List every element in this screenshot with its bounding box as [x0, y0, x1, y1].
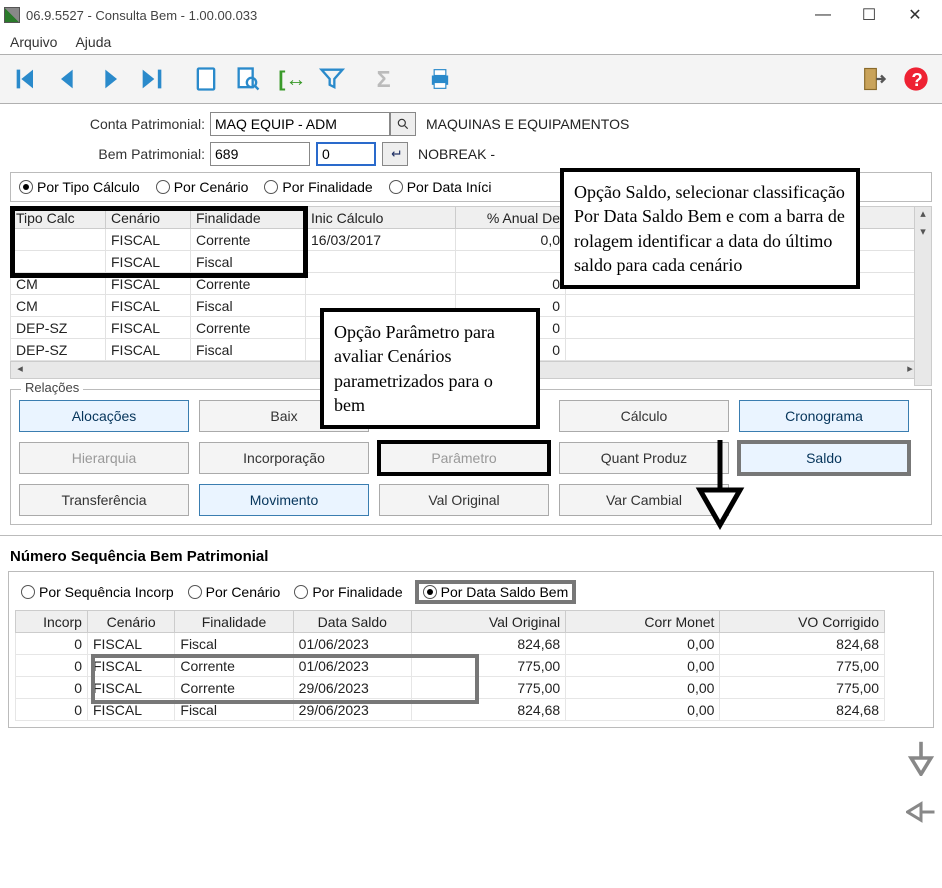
arrow-down-icon [690, 440, 750, 530]
grid2-row: 0FISCALCorrente29/06/2023775,000,00775,0… [16, 677, 885, 699]
menu-bar: Arquivo Ajuda [0, 30, 942, 54]
col2-val[interactable]: Val Original [411, 611, 565, 633]
arrow-down-gray-icon [906, 740, 936, 776]
radio-finalidade2[interactable]: Por Finalidade [294, 582, 402, 602]
col-tipo[interactable]: Tipo Calc [11, 207, 106, 229]
transferencia-button[interactable]: Transferência [19, 484, 189, 516]
svg-text:?: ? [911, 69, 922, 90]
exit-icon[interactable] [854, 59, 894, 99]
conta-desc: MAQUINAS E EQUIPAMENTOS [426, 116, 629, 132]
app-icon [4, 7, 20, 23]
conta-label: Conta Patrimonial: [10, 116, 210, 132]
col2-data[interactable]: Data Saldo [293, 611, 411, 633]
col2-finalidade[interactable]: Finalidade [175, 611, 293, 633]
svg-text:Σ: Σ [377, 66, 391, 92]
conta-input[interactable] [210, 112, 390, 136]
maximize-button[interactable]: ☐ [846, 0, 892, 30]
bem-seq-input[interactable] [316, 142, 376, 166]
help-icon[interactable]: ? [896, 59, 936, 99]
calculo-button[interactable]: Cálculo [559, 400, 729, 432]
first-record-icon[interactable] [6, 59, 46, 99]
relacoes-legend: Relações [21, 380, 83, 395]
col2-corr[interactable]: Corr Monet [566, 611, 720, 633]
svg-text:[↔]: [↔] [278, 68, 304, 91]
close-button[interactable]: ✕ [892, 0, 938, 30]
annotation-parametro: Opção Parâmetro para avaliar Cenários pa… [320, 308, 540, 429]
sum-icon[interactable]: Σ [366, 59, 406, 99]
saldo-button[interactable]: Saldo [739, 442, 909, 474]
grid2-row: 0FISCALFiscal01/06/2023824,680,00824,68 [16, 633, 885, 655]
bem-input[interactable] [210, 142, 310, 166]
incorporacao-button[interactable]: Incorporação [199, 442, 369, 474]
cronograma-button[interactable]: Cronograma [739, 400, 909, 432]
print-icon[interactable] [420, 59, 460, 99]
prev-record-icon[interactable] [48, 59, 88, 99]
title-bar: 06.9.5527 - Consulta Bem - 1.00.00.033 —… [0, 0, 942, 30]
col-inic[interactable]: Inic Cálculo [306, 207, 456, 229]
window-title: 06.9.5527 - Consulta Bem - 1.00.00.033 [26, 8, 800, 23]
scroll-indicator-icons [906, 740, 936, 830]
menu-arquivo[interactable]: Arquivo [10, 34, 57, 50]
saldo-grid[interactable]: Incorp Cenário Finalidade Data Saldo Val… [15, 610, 927, 721]
range-icon[interactable]: [↔] [270, 59, 310, 99]
col-anual[interactable]: % Anual De [456, 207, 566, 229]
radio-finalidade[interactable]: Por Finalidade [264, 179, 372, 195]
menu-ajuda[interactable]: Ajuda [75, 34, 111, 50]
last-record-icon[interactable] [132, 59, 172, 99]
parametro-button: Parâmetro [379, 442, 549, 474]
saldo-panel: Por Sequência Incorp Por Cenário Por Fin… [8, 571, 934, 728]
next-record-icon[interactable] [90, 59, 130, 99]
grid2-row: 0FISCALCorrente01/06/2023775,000,00775,0… [16, 655, 885, 677]
arrow-left-gray-icon [906, 794, 936, 830]
filter-icon[interactable] [312, 59, 352, 99]
radio-seq-incorp[interactable]: Por Sequência Incorp [21, 582, 174, 602]
col2-cenario[interactable]: Cenário [87, 611, 174, 633]
val-original-button[interactable]: Val Original [379, 484, 549, 516]
col-cenario[interactable]: Cenário [106, 207, 191, 229]
radio-data-inicio[interactable]: Por Data Iníci [389, 179, 492, 195]
grid1-vscroll[interactable]: ▴▾ [914, 206, 932, 386]
document-icon[interactable] [186, 59, 226, 99]
bem-desc: NOBREAK - [418, 146, 495, 162]
bem-enter-icon[interactable] [382, 142, 408, 166]
search-doc-icon[interactable] [228, 59, 268, 99]
col-finalidade[interactable]: Finalidade [191, 207, 306, 229]
bem-label: Bem Patrimonial: [10, 146, 210, 162]
alocacoes-button[interactable]: Alocações [19, 400, 189, 432]
conta-search-icon[interactable] [390, 112, 416, 136]
annotation-saldo: Opção Saldo, selecionar classificação Po… [560, 168, 860, 289]
minimize-button[interactable]: — [800, 0, 846, 30]
radio-cenario[interactable]: Por Cenário [156, 179, 249, 195]
radio-cenario2[interactable]: Por Cenário [188, 582, 281, 602]
hierarquia-button: Hierarquia [19, 442, 189, 474]
section-title: Número Sequência Bem Patrimonial [10, 548, 942, 565]
toolbar: [↔] Σ ? [0, 54, 942, 104]
radio-data-saldo[interactable]: Por Data Saldo Bem [417, 582, 575, 602]
col2-incorp[interactable]: Incorp [16, 611, 88, 633]
movimento-button[interactable]: Movimento [199, 484, 369, 516]
radio-tipo-calc[interactable]: Por Tipo Cálculo [19, 179, 140, 195]
col2-vo[interactable]: VO Corrigido [720, 611, 885, 633]
grid2-row: 0FISCALFiscal29/06/2023824,680,00824,68 [16, 699, 885, 721]
